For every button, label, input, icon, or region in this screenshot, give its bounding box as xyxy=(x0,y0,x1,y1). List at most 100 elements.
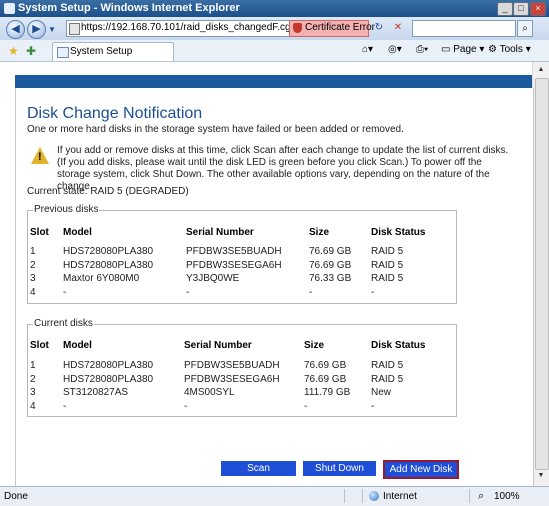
slot-cell: 1 xyxy=(30,246,36,257)
forward-button[interactable]: ▶ xyxy=(27,20,46,39)
size-cell: 76.69 GB xyxy=(304,374,347,385)
scroll-thumb[interactable] xyxy=(535,78,549,470)
favorites-star-icon[interactable]: ★ xyxy=(8,44,19,58)
tab-page-icon xyxy=(57,47,69,58)
close-button[interactable]: × xyxy=(530,2,546,16)
slot-cell: 4 xyxy=(30,401,36,412)
address-field[interactable]: https://192.168.70.101/raid_disks_change… xyxy=(66,20,293,37)
page-icon xyxy=(69,23,80,35)
ie-icon xyxy=(4,3,15,14)
shield-error-icon xyxy=(293,23,302,33)
zoom-level[interactable]: 100% xyxy=(494,491,520,502)
serial-cell: PFDBW3SESEGA6H xyxy=(184,374,280,385)
serial-cell: 4MS00SYL xyxy=(184,387,235,398)
history-dropdown-icon[interactable]: ▼ xyxy=(48,25,56,34)
column-header-model: Model xyxy=(63,227,92,238)
serial-cell: PFDBW3SE5BUADH xyxy=(184,360,280,371)
tab-label: System Setup xyxy=(70,46,133,57)
size-cell: - xyxy=(309,287,313,298)
slot-cell: 4 xyxy=(30,287,36,298)
size-cell: 76.69 GB xyxy=(309,246,352,257)
current-disks-title: Current disks xyxy=(33,318,94,329)
column-header-model: Model xyxy=(63,340,92,351)
slot-cell: 2 xyxy=(30,260,36,271)
serial-cell: - xyxy=(186,287,190,298)
zoom-magnifier-icon[interactable]: ⌕ xyxy=(478,490,484,503)
model-cell: HDS728080PLA380 xyxy=(63,260,154,271)
page-title: Disk Change Notification xyxy=(27,105,203,122)
column-header-serial: Serial Number xyxy=(186,227,254,238)
model-cell: - xyxy=(63,287,67,298)
status-cell: RAID 5 xyxy=(371,260,404,271)
model-cell: HDS728080PLA380 xyxy=(63,360,154,371)
previous-disks-title: Previous disks xyxy=(33,204,100,215)
address-bar-row: ◀ ▶ ▼ https://192.168.70.101/raid_disks_… xyxy=(0,17,549,40)
column-header-slot: Slot xyxy=(30,227,49,238)
tab-system-setup[interactable]: System Setup xyxy=(52,42,174,61)
column-header-slot: Slot xyxy=(30,340,49,351)
shut-down-button[interactable]: Shut Down xyxy=(303,461,376,476)
status-cell: RAID 5 xyxy=(371,360,404,371)
model-cell: HDS728080PLA380 xyxy=(63,246,154,257)
window-title: System Setup - Windows Internet Explorer xyxy=(18,2,240,14)
serial-cell: PFDBW3SE5BUADH xyxy=(186,246,282,257)
home-icon[interactable]: ⌂▾ xyxy=(362,44,373,55)
status-divider xyxy=(344,489,345,503)
serial-cell: - xyxy=(184,401,188,412)
column-header-status: Disk Status xyxy=(371,340,426,351)
scroll-down-icon[interactable]: ▼ xyxy=(535,470,547,482)
print-icon[interactable]: ⎙▾ xyxy=(416,44,428,55)
scan-button[interactable]: Scan xyxy=(221,461,296,476)
model-cell: Maxtor 6Y080M0 xyxy=(63,273,140,284)
status-cell: New xyxy=(371,387,392,398)
certificate-error-badge[interactable]: Certificate Error xyxy=(289,20,375,37)
size-cell: 111.79 GB xyxy=(304,387,351,398)
model-cell: - xyxy=(63,401,67,412)
tab-bar: ★ ✚ System Setup ⌂▾ ◎▾ ⎙▾ ▭ Page ▾ ⚙ Too… xyxy=(0,40,549,62)
status-cell: RAID 5 xyxy=(371,273,404,284)
page-menu-label: Page xyxy=(453,44,477,55)
status-divider xyxy=(362,489,363,503)
slot-cell: 3 xyxy=(30,387,36,398)
column-header-size: Size xyxy=(309,227,330,238)
size-cell: 76.69 GB xyxy=(309,260,352,271)
scroll-up-icon[interactable]: ▲ xyxy=(535,64,547,76)
size-cell: 76.33 GB xyxy=(309,273,352,284)
feeds-icon[interactable]: ◎▾ xyxy=(388,44,402,55)
maximize-button[interactable]: □ xyxy=(513,2,529,16)
vertical-scrollbar[interactable]: ▲ ▼ xyxy=(532,62,549,486)
status-divider xyxy=(469,489,470,503)
size-cell: - xyxy=(304,401,308,412)
minimize-button[interactable]: _ xyxy=(497,2,513,16)
model-cell: ST3120827AS xyxy=(63,387,129,398)
size-cell: 76.69 GB xyxy=(304,360,347,371)
add-favorite-icon[interactable]: ✚ xyxy=(26,44,36,58)
slot-cell: 1 xyxy=(30,360,36,371)
back-button[interactable]: ◀ xyxy=(6,20,25,39)
status-cell: - xyxy=(371,401,375,412)
header-band xyxy=(15,75,532,88)
current-state: Current state: RAID 5 (DEGRADED) xyxy=(27,186,189,197)
tools-menu-label: Tools xyxy=(499,44,523,55)
tools-menu[interactable]: ⚙ Tools ▾ xyxy=(488,44,531,55)
add-new-disk-button[interactable]: Add New Disk xyxy=(383,460,459,479)
internet-zone-icon xyxy=(369,491,379,501)
refresh-icon[interactable]: ↻ xyxy=(372,21,386,35)
search-icon[interactable]: ⌕ xyxy=(517,20,533,37)
status-cell: - xyxy=(371,287,375,298)
security-zone: Internet xyxy=(383,491,417,502)
column-header-size: Size xyxy=(304,340,325,351)
serial-cell: Y3JBQ0WE xyxy=(186,273,240,284)
page-menu[interactable]: ▭ Page ▾ xyxy=(441,44,484,55)
title-bar: System Setup - Windows Internet Explorer… xyxy=(0,0,549,17)
slot-cell: 3 xyxy=(30,273,36,284)
search-input[interactable] xyxy=(412,20,516,37)
previous-disks-group xyxy=(27,210,457,304)
column-header-status: Disk Status xyxy=(371,227,426,238)
stop-icon[interactable]: ✕ xyxy=(391,21,405,35)
status-text: Done xyxy=(4,491,28,502)
status-cell: RAID 5 xyxy=(371,246,404,257)
page-subtitle: One or more hard disks in the storage sy… xyxy=(27,124,404,135)
warning-icon-mark: ! xyxy=(38,151,42,163)
slot-cell: 2 xyxy=(30,374,36,385)
